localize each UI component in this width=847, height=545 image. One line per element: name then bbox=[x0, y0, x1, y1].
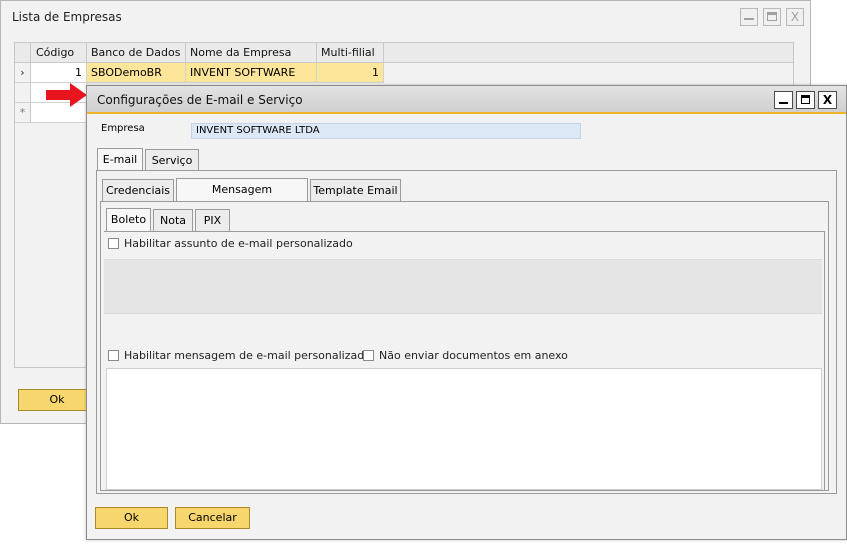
col-nome-empresa[interactable]: Nome da Empresa bbox=[186, 43, 317, 63]
empresa-label: Empresa bbox=[101, 123, 145, 134]
mensagem-checkbox[interactable] bbox=[108, 350, 119, 361]
config-email-servico-window: Configurações de E-mail e Serviço X Empr… bbox=[86, 85, 847, 540]
window-title: Lista de Empresas bbox=[12, 10, 122, 24]
email-panel: Credenciais Mensagem Customizada Templat… bbox=[96, 170, 837, 494]
header-corner bbox=[15, 43, 31, 63]
tab-nota[interactable]: Nota bbox=[153, 209, 193, 231]
tab-mensagem-customizada[interactable]: Mensagem Customizada bbox=[176, 178, 308, 217]
col-codigo[interactable]: Código bbox=[31, 43, 87, 63]
maximize-icon[interactable] bbox=[763, 8, 781, 26]
close-glyph: X bbox=[790, 10, 800, 24]
assunto-checkbox-label: Habilitar assunto de e-mail personalizad… bbox=[124, 237, 353, 250]
tab-pix[interactable]: PIX bbox=[195, 209, 230, 231]
maximize-icon[interactable] bbox=[796, 91, 815, 109]
cell-multi-filial[interactable]: 1 bbox=[317, 63, 384, 83]
new-row-marker[interactable]: * bbox=[15, 103, 31, 123]
assunto-checkbox[interactable] bbox=[108, 238, 119, 249]
tab-template-email[interactable]: Template Email bbox=[310, 179, 401, 201]
col-multi-filial[interactable]: Multi-filial bbox=[317, 43, 384, 63]
window-title: Configurações de E-mail e Serviço bbox=[97, 93, 303, 107]
close-glyph: X bbox=[822, 93, 833, 107]
ok-button[interactable]: Ok bbox=[18, 389, 96, 411]
cell-banco[interactable]: SBODemoBR bbox=[87, 63, 186, 83]
empresa-field[interactable]: INVENT SOFTWARE LTDA bbox=[191, 123, 581, 139]
tab-email[interactable]: E-mail bbox=[97, 148, 143, 171]
minimize-icon[interactable] bbox=[774, 91, 793, 109]
cell-codigo[interactable]: 1 bbox=[31, 63, 87, 83]
close-icon[interactable]: X bbox=[786, 8, 804, 26]
anexo-checkbox[interactable] bbox=[363, 350, 374, 361]
col-banco-de-dados[interactable]: Banco de Dados bbox=[87, 43, 186, 63]
boleto-panel: Habilitar assunto de e-mail personalizad… bbox=[104, 231, 825, 490]
close-icon[interactable]: X bbox=[818, 91, 837, 109]
grid-header: Código Banco de Dados Nome da Empresa Mu… bbox=[15, 43, 793, 63]
tab-credenciais[interactable]: Credenciais bbox=[102, 179, 174, 201]
row-selector[interactable]: › bbox=[15, 63, 31, 83]
mensagem-checkbox-label: Habilitar mensagem de e-mail personaliza… bbox=[124, 349, 371, 362]
red-arrow-icon bbox=[46, 83, 87, 107]
mensagem-textarea[interactable] bbox=[106, 368, 822, 490]
tab-boleto[interactable]: Boleto bbox=[106, 208, 151, 231]
ok-button[interactable]: Ok bbox=[95, 507, 168, 529]
row-selector-empty[interactable] bbox=[15, 83, 31, 103]
anexo-checkbox-label: Não enviar documentos em anexo bbox=[379, 349, 568, 362]
title-bar: Configurações de E-mail e Serviço X bbox=[87, 86, 846, 114]
title-bar: Lista de Empresas X bbox=[1, 1, 810, 32]
tab-servico[interactable]: Serviço bbox=[145, 149, 199, 171]
cell-nome[interactable]: INVENT SOFTWARE LTDA bbox=[186, 63, 317, 99]
assunto-field[interactable] bbox=[104, 259, 822, 314]
mensagem-panel: Boleto Nota PIX Habilitar assunto de e-m… bbox=[100, 201, 829, 491]
cancel-button[interactable]: Cancelar bbox=[175, 507, 250, 529]
minimize-icon[interactable] bbox=[740, 8, 758, 26]
